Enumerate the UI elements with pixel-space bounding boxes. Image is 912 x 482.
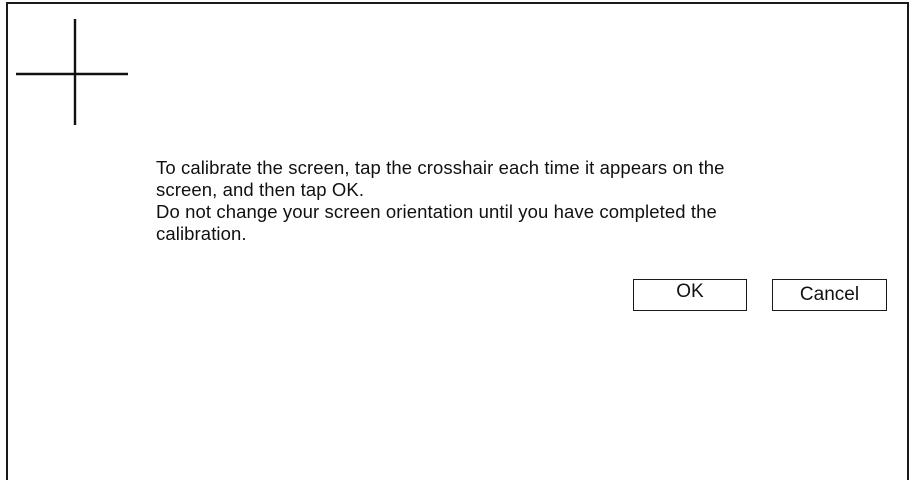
instruction-text-orientation: Do not change your screen orientation un… (156, 201, 717, 244)
calibration-instructions: To calibrate the screen, tap the crossha… (156, 157, 912, 245)
instruction-text-tap: To calibrate the screen, tap the crossha… (156, 157, 725, 200)
crosshair-graphic (16, 19, 128, 125)
calibration-screen: To calibrate the screen, tap the crossha… (6, 2, 909, 480)
ok-button[interactable]: OK (633, 279, 747, 311)
cancel-button[interactable]: Cancel (772, 279, 887, 311)
crosshair-icon[interactable] (16, 19, 128, 129)
